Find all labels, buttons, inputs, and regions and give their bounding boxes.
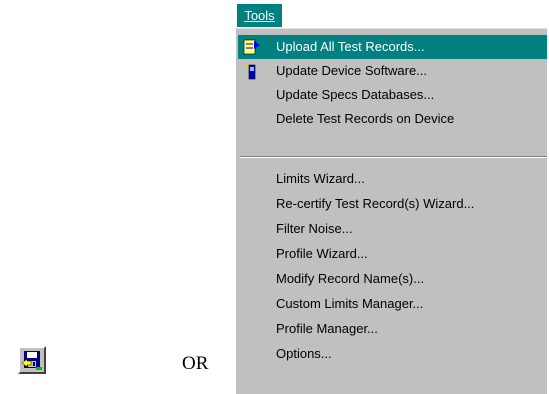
menu-separator	[240, 156, 547, 158]
save-upload-icon	[21, 351, 42, 370]
menu-item-profile-wizard[interactable]: Profile Wizard...	[238, 242, 547, 266]
menu-item-custom-limits-manager[interactable]: Custom Limits Manager...	[238, 292, 547, 316]
menu-item-limits-wizard[interactable]: Limits Wizard...	[238, 167, 547, 191]
tools-menu-title[interactable]: Tools	[237, 4, 282, 27]
menu-item-upload-all-test-records[interactable]: Upload All Test Records...	[238, 35, 547, 59]
upload-toolbar-button[interactable]	[18, 346, 46, 374]
menu-item-label: Delete Test Records on Device	[276, 111, 455, 126]
menu-item-label: Profile Manager...	[276, 321, 378, 336]
or-text: OR	[182, 353, 209, 374]
menu-item-label: Options...	[276, 346, 332, 361]
tools-dropdown-menu: Upload All Test Records... Update Device…	[235, 28, 547, 394]
menu-item-label: Re-certify Test Record(s) Wizard...	[276, 196, 475, 211]
menu-item-label: Limits Wizard...	[276, 171, 365, 186]
menu-item-options[interactable]: Options...	[238, 342, 547, 366]
menu-item-profile-manager[interactable]: Profile Manager...	[238, 317, 547, 341]
menu-item-modify-record-names[interactable]: Modify Record Name(s)...	[238, 267, 547, 291]
upload-records-icon	[243, 39, 260, 55]
menu-item-delete-test-records[interactable]: Delete Test Records on Device	[238, 107, 547, 131]
menu-item-recertify-wizard[interactable]: Re-certify Test Record(s) Wizard...	[238, 192, 547, 216]
menu-item-label: Update Device Software...	[276, 63, 428, 78]
menu-item-label: Upload All Test Records...	[276, 39, 425, 54]
menu-item-label: Modify Record Name(s)...	[276, 271, 425, 286]
menu-item-filter-noise[interactable]: Filter Noise...	[238, 217, 547, 241]
update-software-icon	[244, 62, 256, 80]
menu-item-update-device-software[interactable]: Update Device Software...	[238, 59, 547, 83]
menu-item-update-specs-databases[interactable]: Update Specs Databases...	[238, 83, 547, 107]
menu-item-label: Custom Limits Manager...	[276, 296, 424, 311]
menu-item-label: Profile Wizard...	[276, 246, 368, 261]
menu-item-label: Filter Noise...	[276, 221, 353, 236]
menu-item-label: Update Specs Databases...	[276, 87, 435, 102]
tools-menu-label: Tools	[244, 8, 275, 23]
